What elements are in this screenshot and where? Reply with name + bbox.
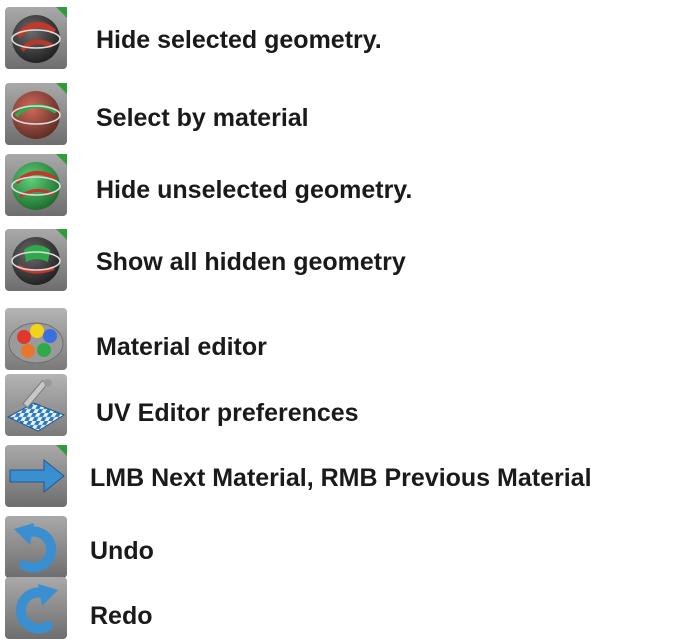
tool-label: UV Editor preferences [96, 399, 359, 427]
hide-selected-geometry-icon[interactable] [4, 6, 68, 70]
next-previous-material-icon[interactable] [4, 444, 68, 508]
undo-icon[interactable] [4, 515, 68, 579]
tool-label: LMB Next Material, RMB Previous Material [90, 464, 592, 492]
redo-icon[interactable] [4, 576, 68, 640]
tool-label: Material editor [96, 333, 267, 361]
tool-label: Hide unselected geometry. [96, 176, 413, 204]
tool-row-uv-editor-preferences: UV Editor preferences [0, 373, 688, 437]
tool-label: Redo [90, 602, 153, 630]
tool-label: Undo [90, 537, 154, 565]
tool-row-redo: Redo [0, 576, 688, 640]
tool-row-hide-unselected: Hide unselected geometry. [0, 153, 688, 217]
tool-label: Show all hidden geometry [96, 248, 406, 276]
material-editor-icon[interactable] [4, 307, 68, 371]
tool-label: Hide selected geometry. [96, 26, 382, 54]
tool-row-next-previous-material: LMB Next Material, RMB Previous Material [0, 444, 688, 508]
tool-row-undo: Undo [0, 515, 688, 579]
tool-row-show-all-hidden: Show all hidden geometry [0, 228, 688, 292]
uv-editor-preferences-icon[interactable] [4, 373, 68, 437]
tool-label: Select by material [96, 104, 309, 132]
tool-row-hide-selected: Hide selected geometry. [0, 6, 688, 70]
show-all-hidden-geometry-icon[interactable] [4, 228, 68, 292]
select-by-material-icon[interactable] [4, 82, 68, 146]
hide-unselected-geometry-icon[interactable] [4, 153, 68, 217]
tool-row-select-by-material: Select by material [0, 82, 688, 146]
tool-row-material-editor: Material editor [0, 307, 688, 371]
